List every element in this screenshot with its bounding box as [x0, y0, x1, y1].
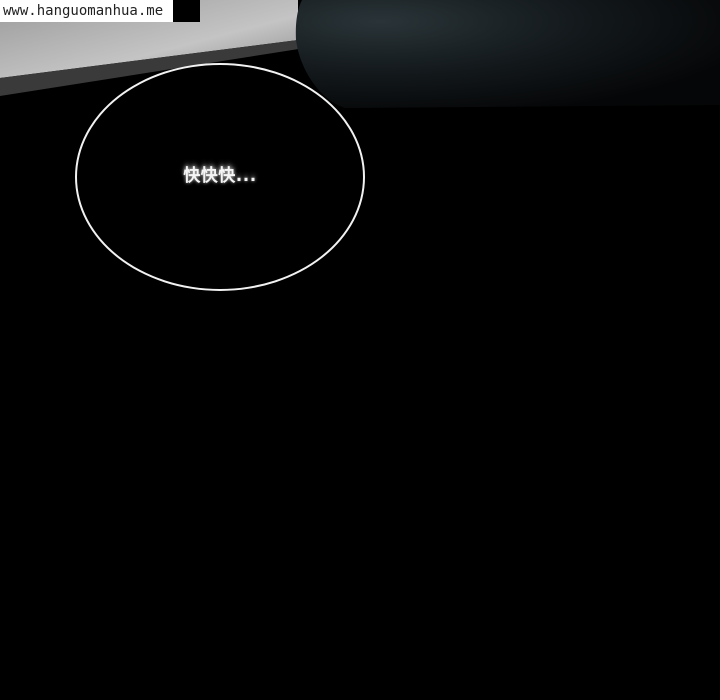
dark-shoulder-silhouette: [295, 0, 720, 108]
site-watermark: www.hanguomanhua.me: [0, 0, 174, 22]
speech-bubble: 快快快...: [75, 63, 365, 291]
comic-panel: www.hanguomanhua.me 快快快...: [0, 0, 720, 700]
bubble-dialogue-text: 快快快...: [183, 166, 257, 186]
